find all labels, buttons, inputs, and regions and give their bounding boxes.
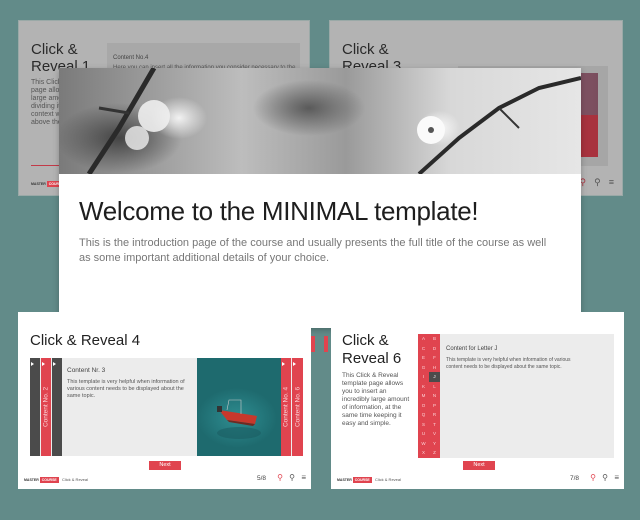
slide-click-reveal-6[interactable]: Click & Reveal 6 This Click & Reveal tem… bbox=[331, 312, 624, 489]
page-title: Welcome to the MINIMAL template! bbox=[79, 196, 479, 226]
arrow-icon bbox=[282, 362, 285, 366]
letter-i[interactable]: I bbox=[418, 372, 429, 382]
breadcrumb: Click & Reveal bbox=[375, 477, 402, 482]
lightbulb-icon[interactable]: ⚲ bbox=[277, 474, 283, 482]
tab-peek bbox=[324, 336, 328, 352]
letter-b[interactable]: B bbox=[429, 334, 440, 344]
brand-part2: COURSE bbox=[39, 477, 59, 483]
lightbulb-outline-icon[interactable]: ⚲ bbox=[594, 177, 601, 188]
brand-part2: COURSE bbox=[352, 477, 372, 483]
boat-image bbox=[197, 358, 281, 456]
arrow-icon bbox=[42, 362, 45, 366]
content-panel: Content for Letter J This template is ve… bbox=[440, 334, 614, 458]
letter-g[interactable]: G bbox=[418, 363, 429, 373]
slide-description: This Click & Reveal template page allows… bbox=[342, 372, 410, 427]
letter-t[interactable]: T bbox=[429, 420, 440, 430]
divider bbox=[31, 165, 61, 166]
lightbulb-outline-icon[interactable]: ⚲ bbox=[602, 474, 608, 482]
letter-x[interactable]: X bbox=[418, 448, 429, 458]
click-reveal-area: Content No. 2 Content Nr. 3 This templat… bbox=[30, 358, 303, 456]
letter-m[interactable]: M bbox=[418, 391, 429, 401]
brand-part1: MASTER bbox=[337, 478, 352, 482]
letter-l[interactable]: L bbox=[429, 382, 440, 392]
menu-icon[interactable]: ≡ bbox=[609, 177, 614, 188]
lightbulb-outline-icon[interactable]: ⚲ bbox=[289, 474, 295, 482]
next-button[interactable]: Next bbox=[149, 461, 181, 470]
letter-s[interactable]: S bbox=[418, 420, 429, 430]
menu-icon[interactable]: ≡ bbox=[301, 474, 306, 482]
hero-image-blossom bbox=[59, 68, 581, 174]
lightbulb-icon[interactable]: ⚲ bbox=[590, 474, 596, 482]
blossom-branch-graphic bbox=[86, 68, 581, 174]
tab-label: Content No. 6 bbox=[294, 386, 301, 428]
tab-content-4[interactable]: Content No. 4 bbox=[281, 358, 291, 456]
slide-footer: MASTER COURSE Click & Reveal 5/8 ⚲ ⚲ ≡ bbox=[18, 471, 311, 489]
tab-content-1[interactable] bbox=[30, 358, 40, 456]
menu-icon[interactable]: ≡ bbox=[614, 474, 619, 482]
content-text: This template is very helpful when infor… bbox=[67, 379, 185, 399]
brand-part1: MASTER bbox=[31, 182, 46, 186]
tab-label: Content No. 2 bbox=[42, 386, 50, 428]
letter-f[interactable]: F bbox=[429, 353, 440, 363]
page-indicator: 7/8 bbox=[569, 475, 579, 482]
content-text: This template is very helpful when infor… bbox=[446, 357, 571, 370]
letter-u[interactable]: U bbox=[418, 429, 429, 439]
letter-index: ABCDEFGHIJKLMNOPQRSTUVWYXZ bbox=[418, 334, 440, 458]
letter-e[interactable]: E bbox=[418, 353, 429, 363]
letter-n[interactable]: N bbox=[429, 391, 440, 401]
slide-intro[interactable]: Welcome to the MINIMAL template! This is… bbox=[59, 68, 581, 328]
letter-r[interactable]: R bbox=[429, 410, 440, 420]
arrow-icon bbox=[53, 362, 56, 366]
slide-click-reveal-4[interactable]: Click & Reveal 4 Content No. 2 Content N… bbox=[18, 312, 311, 489]
letter-p[interactable]: P bbox=[429, 401, 440, 411]
letter-j[interactable]: J bbox=[429, 372, 440, 382]
intro-text: This is the introduction page of the cou… bbox=[79, 237, 547, 264]
tab-content-3[interactable] bbox=[52, 358, 62, 456]
content-heading: Content for Letter J bbox=[446, 346, 498, 352]
letter-d[interactable]: D bbox=[429, 344, 440, 354]
arrow-icon bbox=[293, 362, 296, 366]
brand-part1: MASTER bbox=[24, 478, 39, 482]
slide-footer: MASTER COURSE Click & Reveal 7/8 ⚲ ⚲ ≡ bbox=[331, 471, 624, 489]
letter-q[interactable]: Q bbox=[418, 410, 429, 420]
letter-k[interactable]: K bbox=[418, 382, 429, 392]
boat-graphic bbox=[217, 399, 261, 439]
letter-v[interactable]: V bbox=[429, 429, 440, 439]
page-indicator: 5/8 bbox=[256, 475, 266, 482]
slide-title: Click & Reveal 4 bbox=[30, 332, 141, 349]
letter-y[interactable]: Y bbox=[429, 439, 440, 449]
letter-h[interactable]: H bbox=[429, 363, 440, 373]
letter-a[interactable]: A bbox=[418, 334, 429, 344]
next-button[interactable]: Next bbox=[463, 461, 495, 470]
content-heading: Content No.4 bbox=[113, 55, 149, 61]
footer-icons: ⚲ ⚲ ≡ bbox=[580, 177, 614, 188]
letter-z[interactable]: Z bbox=[429, 448, 440, 458]
letter-c[interactable]: C bbox=[418, 344, 429, 354]
tab-label: Content No. 4 bbox=[282, 386, 290, 428]
arrow-icon bbox=[31, 362, 34, 366]
tab-content-2[interactable]: Content No. 2 bbox=[41, 358, 51, 456]
letter-w[interactable]: W bbox=[418, 439, 429, 449]
brand-logo: MASTER COURSE bbox=[24, 477, 59, 483]
breadcrumb: Click & Reveal bbox=[62, 477, 89, 482]
brand-logo: MASTER COURSE bbox=[337, 477, 372, 483]
tab-content-6[interactable]: Content No. 6 bbox=[292, 358, 303, 456]
letter-o[interactable]: O bbox=[418, 401, 429, 411]
slide-title: Click & Reveal 6 bbox=[342, 332, 402, 367]
content-heading: Content Nr. 3 bbox=[67, 367, 106, 374]
